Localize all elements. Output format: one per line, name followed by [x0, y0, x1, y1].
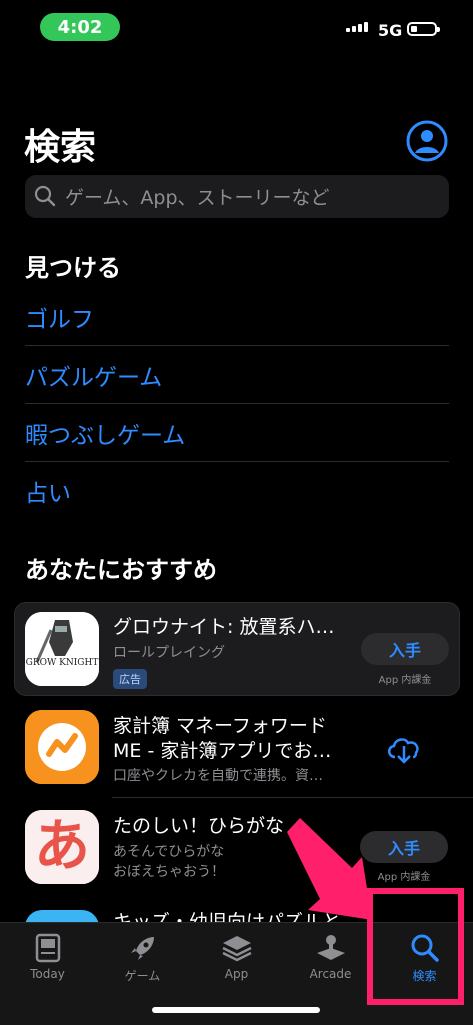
app-name: ME - 家計簿アプリでお… [113, 740, 332, 762]
search-icon [34, 185, 56, 207]
in-app-purchase-label: App 内課金 [378, 675, 432, 686]
discover-item[interactable]: パズルゲーム [25, 346, 449, 404]
tab-arcade[interactable]: Arcade [283, 933, 378, 981]
search-input[interactable] [63, 175, 447, 220]
account-icon[interactable] [406, 120, 448, 162]
get-button[interactable]: 入手 [360, 831, 448, 863]
app-icon-hiragana[interactable]: あ [25, 810, 99, 884]
app-row[interactable]: 家計簿 マネーフォワード ME - 家計簿アプリでお… 口座やクレカを自動で連携… [0, 708, 473, 818]
app-icon-text: あ [34, 814, 90, 879]
discover-item[interactable]: ゴルフ [25, 288, 449, 346]
rocket-icon [130, 937, 154, 960]
discover-item[interactable]: 暇つぶしゲーム [25, 404, 449, 462]
tab-label: App [224, 967, 249, 981]
app-subtitle: 口座やクレカを自動で連携。資… [113, 768, 323, 784]
app-category: ロールプレイング [113, 645, 225, 661]
app-name: グロウナイト: 放置系ハ… [113, 616, 335, 638]
app-name: キッズ・幼児向けパズルと… [113, 911, 361, 922]
tab-label: Today [30, 967, 65, 981]
app-icon-kids-puzzle[interactable] [25, 910, 99, 922]
search-field[interactable] [25, 175, 449, 220]
signal-icon [346, 22, 368, 32]
tab-apps[interactable]: App [189, 933, 284, 981]
discover-item[interactable]: 占い [25, 462, 449, 519]
network-label: 5G [378, 21, 403, 40]
cloud-download-icon[interactable] [385, 733, 423, 765]
battery-icon [407, 22, 440, 36]
app-subtitle: あそんでひらがな [113, 844, 225, 860]
tab-today[interactable]: Today [0, 933, 95, 981]
ad-badge: 広告 [113, 669, 147, 689]
tab-games[interactable]: ゲーム [95, 933, 190, 984]
home-indicator [152, 1007, 320, 1013]
layers-icon [221, 936, 252, 962]
get-button[interactable]: 入手 [361, 633, 449, 665]
page-title: 検索 [24, 127, 97, 168]
tab-label: Arcade [309, 967, 352, 981]
status-time: 4:02 [40, 13, 120, 41]
app-icon-text: GROW KNIGHT [25, 658, 99, 668]
status-bar: 4:02 5G [0, 0, 473, 54]
annotation-highlight [367, 888, 464, 1005]
app-icon-moneyforward[interactable] [25, 710, 99, 784]
in-app-purchase-label: App 内課金 [377, 872, 431, 883]
app-name: たのしい！ひらがな [113, 815, 285, 837]
app-icon-grow-knight[interactable]: GROW KNIGHT [25, 612, 99, 686]
discover-heading: 見つける [25, 254, 121, 282]
recommend-heading: あなたにおすすめ [25, 556, 217, 584]
app-subtitle: おぼえちゃおう！ [113, 864, 225, 880]
discover-list: ゴルフ パズルゲーム 暇つぶしゲーム 占い [25, 288, 449, 519]
today-icon [35, 933, 60, 963]
joystick-icon [316, 935, 345, 960]
app-name: 家計簿 マネーフォワード [113, 715, 327, 737]
app-row-ad[interactable]: GROW KNIGHT グロウナイト: 放置系ハ… ロールプレイング 広告 入手… [14, 602, 460, 696]
divider [112, 797, 473, 798]
tab-label: ゲーム [124, 969, 161, 983]
